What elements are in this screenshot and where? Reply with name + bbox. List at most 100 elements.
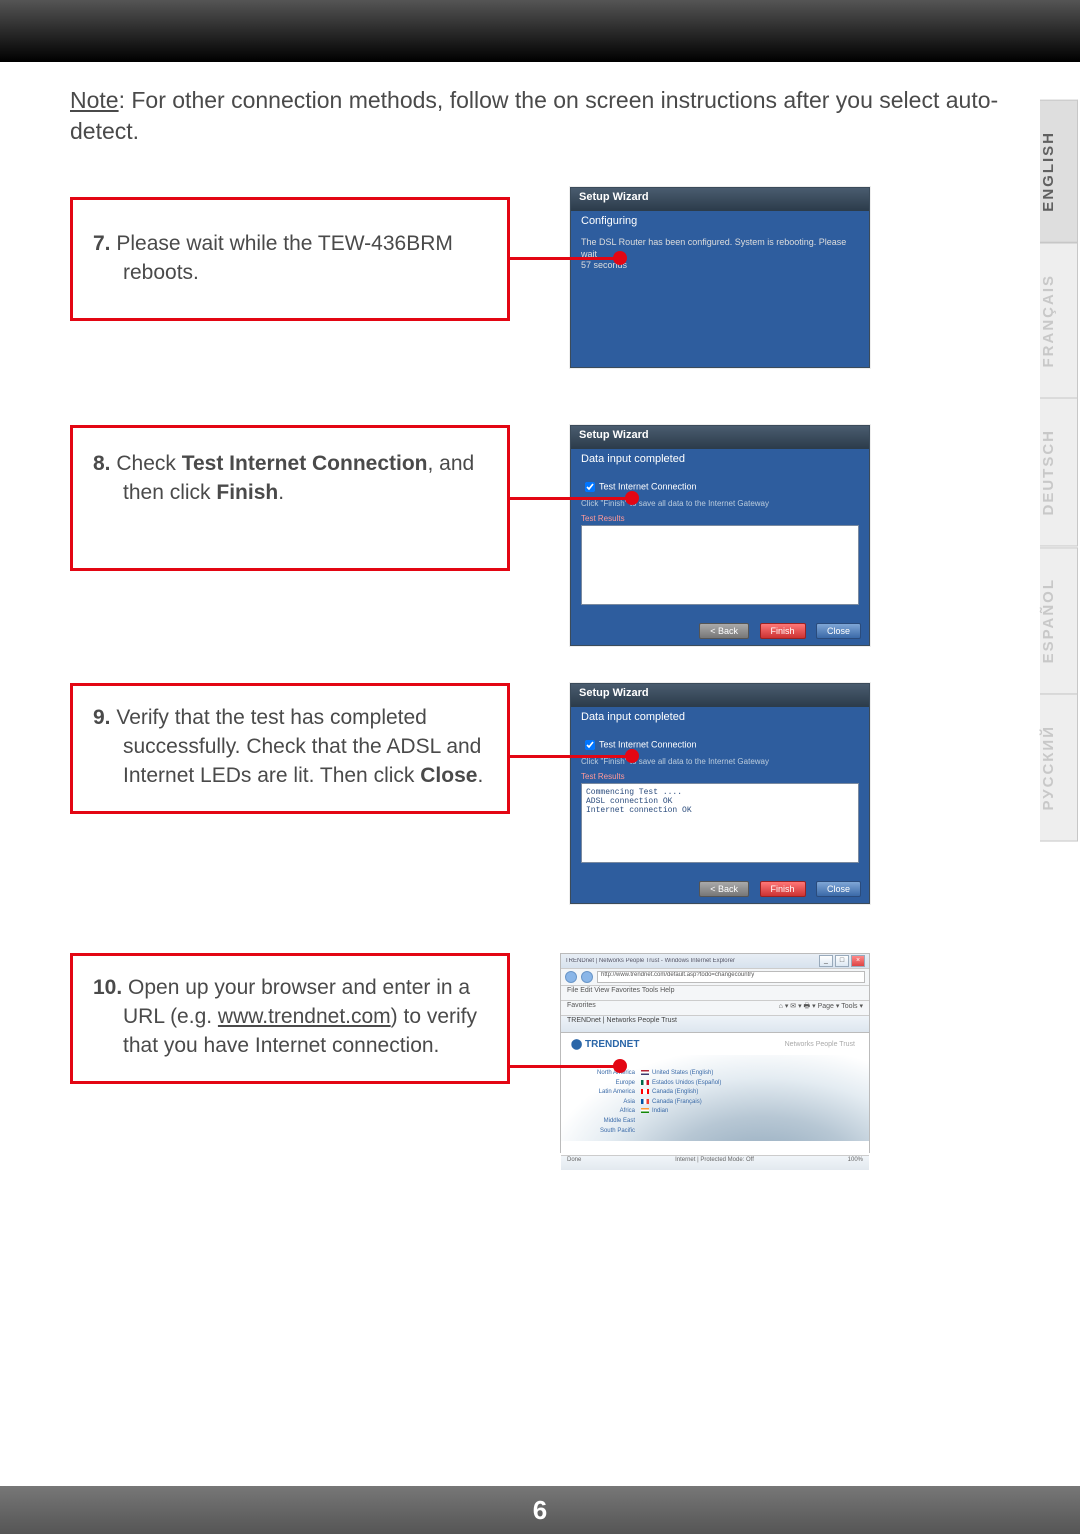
browser-url[interactable]: http://www.trendnet.com/default.asp?todo… <box>597 971 865 983</box>
connector-9 <box>510 755 632 758</box>
lang-francais[interactable]: FRANÇAIS <box>1040 243 1078 399</box>
wizard-9-check[interactable]: Test Internet Connection <box>581 737 859 753</box>
opt-in[interactable]: Indian <box>641 1107 761 1117</box>
page-footer: 6 <box>0 1486 1080 1534</box>
browser-tab[interactable]: TRENDnet | Networks People Trust <box>561 1016 869 1033</box>
top-bar <box>0 0 1080 62</box>
wizard-8-hint: Click "Finish" to save all data to the I… <box>581 499 859 508</box>
browser-favorites[interactable]: Favorites <box>567 1002 596 1014</box>
step-8-post: . <box>278 481 284 504</box>
browser-fwd-icon[interactable] <box>581 971 593 983</box>
step-8-b1: Test Internet Connection <box>182 452 428 475</box>
step-7-text: Please wait while the TEW-436BRM reboots… <box>111 232 453 284</box>
wizard-8-check-label: Test Internet Connection <box>599 481 697 491</box>
status-left: Done <box>567 1157 581 1169</box>
step-8-box: 8. Check Test Internet Connection, and t… <box>70 425 510 571</box>
lang-russian[interactable]: РУССКИЙ <box>1040 694 1078 842</box>
wizard-9-hint: Click "Finish" to save all data to the I… <box>581 757 859 766</box>
region-la: Latin America <box>575 1088 635 1098</box>
step-9-box: 9. Verify that the test has completed su… <box>70 683 510 814</box>
browser-close-btn[interactable]: × <box>851 955 865 967</box>
step-10-box: 10. Open up your browser and enter in a … <box>70 953 510 1084</box>
region-as: Asia <box>575 1098 635 1108</box>
wizard-9-finish-btn[interactable]: Finish <box>760 881 806 897</box>
wizard-8-results-label: Test Results <box>581 514 859 523</box>
trendnet-slogan: Networks People Trust <box>785 1041 855 1048</box>
wizard-9-buttons: < Back Finish Close <box>571 873 869 903</box>
step-7-box: 7. Please wait while the TEW-436BRM rebo… <box>70 197 510 321</box>
browser-addr: http://www.trendnet.com/default.asp?todo… <box>561 969 869 986</box>
region-af: Africa <box>575 1107 635 1117</box>
browser-toolbar: Favorites ⌂ ▾ ✉ ▾ 🖶 ▾ Page ▾ Tools ▾ <box>561 1001 869 1016</box>
connector-10 <box>510 1065 620 1068</box>
wizard-9-results: Commencing Test .... ADSL connection OK … <box>581 783 859 863</box>
opt-ca-fr[interactable]: Canada (Français) <box>641 1098 761 1108</box>
wizard-8-body: Test Internet Connection Click "Finish" … <box>571 469 869 615</box>
step-9-row: 9. Verify that the test has completed su… <box>70 683 1000 893</box>
step-8-pre: Check <box>111 452 182 475</box>
wizard-8-finish-btn[interactable]: Finish <box>760 623 806 639</box>
wizard-9-checkbox[interactable] <box>585 740 595 750</box>
step-7-row: 7. Please wait while the TEW-436BRM rebo… <box>70 197 1000 377</box>
browser-status: Done Internet | Protected Mode: Off 100% <box>561 1155 869 1170</box>
wizard-9-title: Setup Wizard <box>571 684 869 707</box>
wizard-9-back-btn[interactable]: < Back <box>699 881 749 897</box>
region-eu: Europe <box>575 1079 635 1089</box>
step-9-num: 9. <box>93 706 111 729</box>
wizard-7-sub: Configuring <box>571 211 869 231</box>
browser-max-btn[interactable]: □ <box>835 955 849 967</box>
wizard-8-buttons: < Back Finish Close <box>571 615 869 645</box>
step-8-b2: Finish <box>216 481 278 504</box>
step-10-row: 10. Open up your browser and enter in a … <box>70 953 1000 1173</box>
note-paragraph: Note: For other connection methods, foll… <box>70 85 1000 147</box>
wizard-8: Setup Wizard Data input completed Test I… <box>570 425 870 646</box>
lang-english[interactable]: ENGLISH <box>1040 100 1078 243</box>
browser-title: TRENDnet | Networks People Trust - Windo… <box>565 958 817 964</box>
region-me: Middle East <box>575 1117 635 1127</box>
browser-min-btn[interactable]: _ <box>819 955 833 967</box>
wizard-8-back-btn[interactable]: < Back <box>699 623 749 639</box>
lang-espanol[interactable]: ESPAÑOL <box>1040 547 1078 694</box>
region-list: North America United States (English) Eur… <box>575 1069 761 1136</box>
connector-8 <box>510 497 632 500</box>
connector-7 <box>510 257 620 260</box>
browser-page: ⬤ TRENDNET Networks People Trust North A… <box>561 1033 869 1155</box>
step-10-link: www.trendnet.com <box>218 1005 391 1028</box>
wizard-8-close-btn[interactable]: Close <box>816 623 861 639</box>
wizard-7-title: Setup Wizard <box>571 188 869 211</box>
browser-tools-icons[interactable]: ⌂ ▾ ✉ ▾ 🖶 ▾ Page ▾ Tools ▾ <box>779 1002 863 1014</box>
page-number: 6 <box>533 1495 547 1525</box>
note-text: : For other connection methods, follow t… <box>70 87 998 144</box>
step-8-row: 8. Check Test Internet Connection, and t… <box>70 425 1000 635</box>
browser-back-icon[interactable] <box>565 971 577 983</box>
browser-menu[interactable]: File Edit View Favorites Tools Help <box>561 986 869 1001</box>
trendnet-logo: ⬤ TRENDNET <box>571 1039 639 1050</box>
step-8-num: 8. <box>93 452 111 475</box>
wizard-8-checkbox[interactable] <box>585 482 595 492</box>
main-content: Note: For other connection methods, foll… <box>70 85 1000 1221</box>
step-9-post: . <box>477 764 483 787</box>
wizard-8-results <box>581 525 859 605</box>
opt-es[interactable]: Estados Unidos (Español) <box>641 1079 761 1089</box>
wizard-8-sub: Data input completed <box>571 449 869 469</box>
note-prefix: Note <box>70 87 119 113</box>
step-9-b1: Close <box>420 764 477 787</box>
wizard-9-check-label: Test Internet Connection <box>599 739 697 749</box>
browser-thumb: TRENDnet | Networks People Trust - Windo… <box>560 953 870 1153</box>
step-7-num: 7. <box>93 232 111 255</box>
region-sp: South Pacific <box>575 1127 635 1137</box>
wizard-9-results-label: Test Results <box>581 772 859 781</box>
wizard-9-close-btn[interactable]: Close <box>816 881 861 897</box>
opt-ca-en[interactable]: Canada (English) <box>641 1088 761 1098</box>
wizard-9-sub: Data input completed <box>571 707 869 727</box>
opt-us[interactable]: United States (English) <box>641 1069 761 1079</box>
region-na: North America <box>575 1069 635 1079</box>
lang-deutsch[interactable]: DEUTSCH <box>1040 398 1078 547</box>
status-mid: Internet | Protected Mode: Off <box>675 1157 754 1169</box>
browser-titlebar: TRENDnet | Networks People Trust - Windo… <box>561 954 869 969</box>
wizard-8-title: Setup Wizard <box>571 426 869 449</box>
wizard-7: Setup Wizard Configuring The DSL Router … <box>570 187 870 368</box>
language-tabs: ENGLISH FRANÇAIS DEUTSCH ESPAÑOL РУССКИЙ <box>1040 100 1080 842</box>
wizard-8-check[interactable]: Test Internet Connection <box>581 479 859 495</box>
wizard-9: Setup Wizard Data input completed Test I… <box>570 683 870 904</box>
